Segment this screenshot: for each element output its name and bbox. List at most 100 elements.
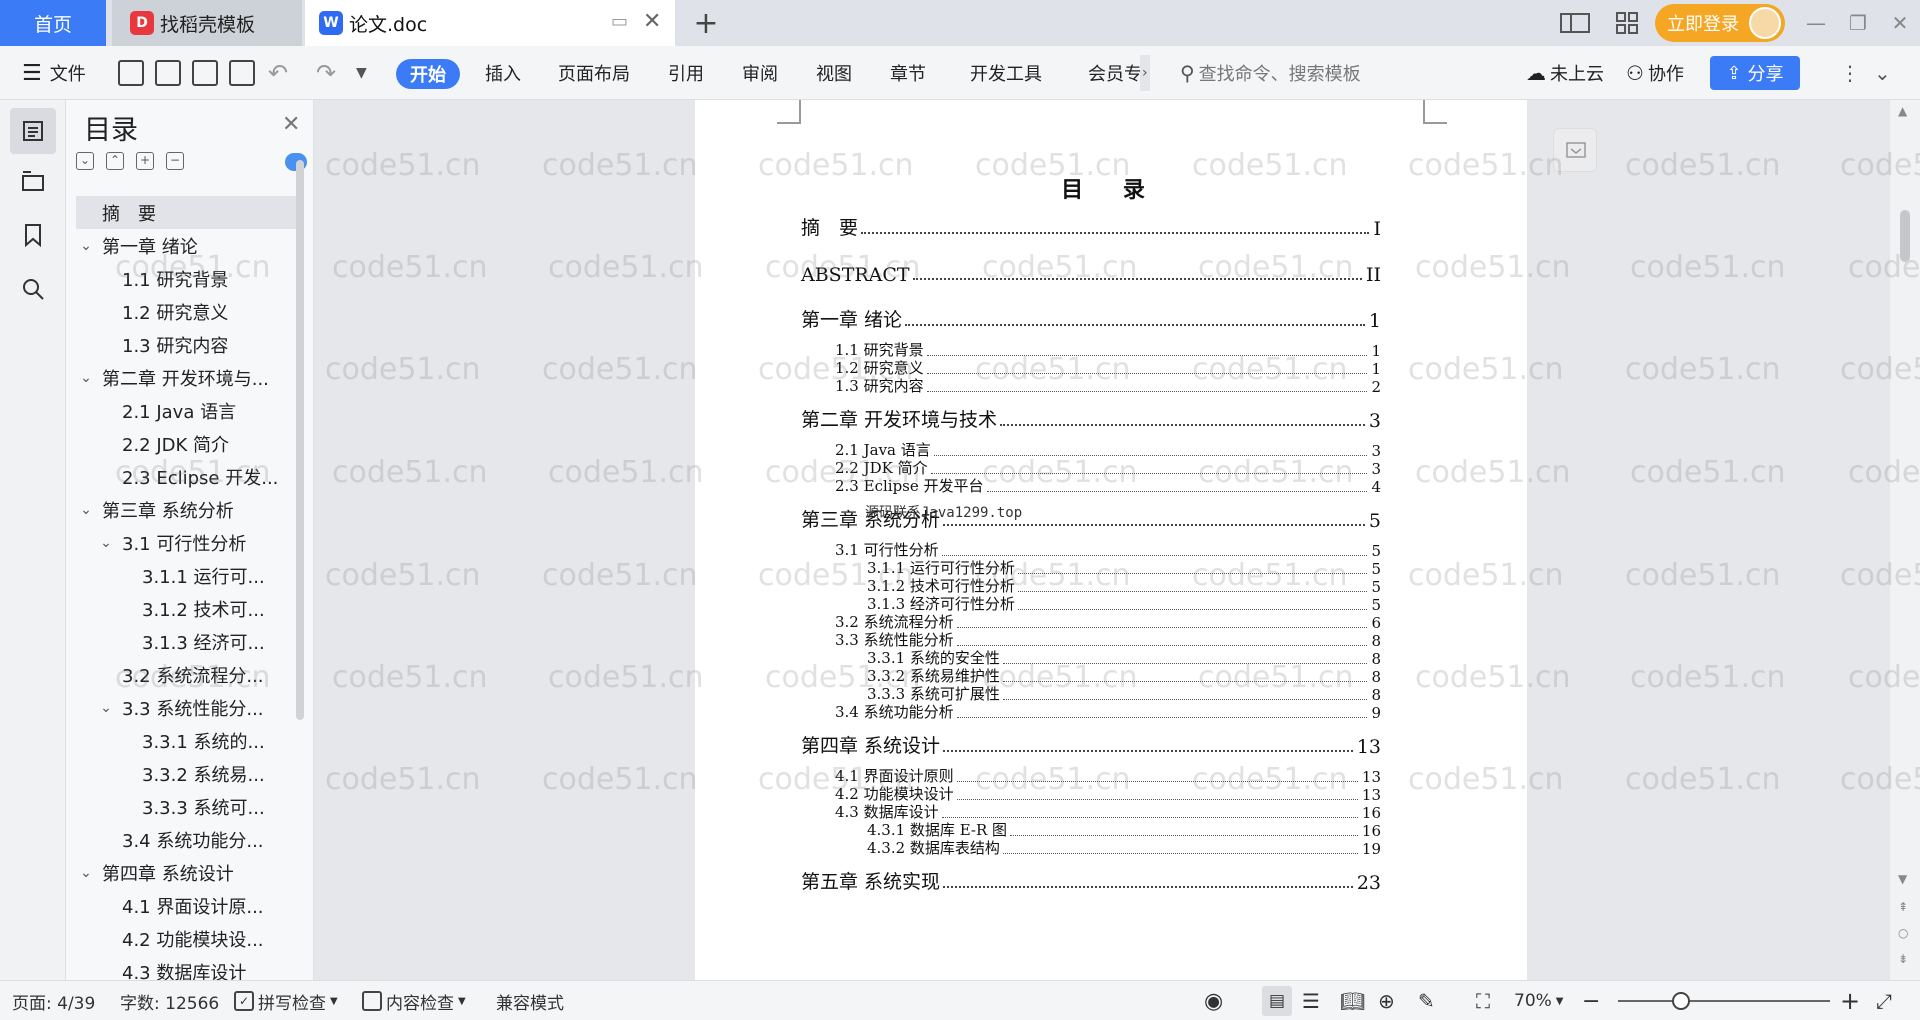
toc-item[interactable]: 3.3.1 系统的...	[76, 724, 298, 757]
chevron-down-icon[interactable]: ⌄	[76, 865, 96, 881]
toc-item[interactable]: ⌄ 3.1 可行性分析	[76, 526, 298, 559]
toc-item[interactable]: 2.1 Java 语言	[76, 394, 298, 427]
ribbon-tab-layout[interactable]: 页面布局	[558, 46, 630, 100]
fullscreen-icon[interactable]: ⤢	[1876, 981, 1892, 1020]
toc-item[interactable]: ⌄ 第二章 开发环境与...	[76, 361, 298, 394]
restore-icon[interactable]: ❐	[1840, 8, 1876, 38]
toc-entry[interactable]: 4.3.2 数据库表结构 19	[867, 838, 1381, 858]
chevron-down-icon[interactable]: ⌄	[76, 238, 96, 254]
write-mode-icon[interactable]: ✎	[1418, 981, 1435, 1020]
next-page-icon[interactable]: ⇟	[1898, 952, 1908, 966]
toc-entry[interactable]: 摘 要I	[801, 210, 1381, 240]
toc-entry[interactable]: 3.4 系统功能分析 9	[835, 702, 1381, 722]
filter-icon[interactable]	[1553, 128, 1597, 172]
toc-scrollbar[interactable]	[296, 160, 304, 720]
redo-icon[interactable]: ↷	[316, 46, 336, 100]
toc-item[interactable]: 3.1.1 运行可...	[76, 559, 298, 592]
scroll-up-icon[interactable]: ▲	[1898, 104, 1907, 118]
ribbon-more-icon[interactable]: ›	[1140, 55, 1150, 91]
tab-templates[interactable]: D 找稻壳模板	[112, 0, 302, 46]
toc-item[interactable]: 2.3 Eclipse 开发...	[76, 460, 298, 493]
toc-item[interactable]: ⌄ 3.3 系统性能分...	[76, 691, 298, 724]
toc-item[interactable]: 1.3 研究内容	[76, 328, 298, 361]
document-page[interactable]: 目 录 摘 要 I ABSTRACT II 第一章 绪论 1 1.1 研究背景 1 1.2 研究…	[695, 100, 1527, 980]
more-options-icon[interactable]: ⋮	[1840, 46, 1860, 100]
spell-check[interactable]: ✓ 拼写检查 ▼	[234, 981, 338, 1020]
toc-item[interactable]: 1.2 研究意义	[76, 295, 298, 328]
toc-item[interactable]: 3.3.3 系统可...	[76, 790, 298, 823]
toc-item[interactable]: 3.2 系统流程分...	[76, 658, 298, 691]
toc-entry[interactable]: 1.3 研究内容 2	[835, 376, 1381, 396]
outline-view-icon[interactable]: ☰	[1302, 981, 1320, 1020]
toc-entry[interactable]: 第四章 系统设计 13	[801, 728, 1381, 758]
toc-item[interactable]: 1.1 研究背景	[76, 262, 298, 295]
undo-icon[interactable]: ↶	[268, 46, 288, 100]
ribbon-tab-insert[interactable]: 插入	[485, 46, 521, 100]
zoom-slider[interactable]	[1618, 1000, 1830, 1002]
cloud-status[interactable]: ☁ 未上云	[1526, 46, 1604, 100]
web-view-icon[interactable]: ⊕	[1378, 981, 1395, 1020]
close-window-icon[interactable]: ✕	[1882, 8, 1918, 38]
toc-item[interactable]: 3.4 系统功能分...	[76, 823, 298, 856]
toc-item[interactable]: ⌄ 第一章 绪论	[76, 229, 298, 262]
toc-entry[interactable]: ABSTRACT II	[801, 256, 1381, 286]
close-tab-icon[interactable]: ✕	[643, 9, 661, 34]
page-view-icon[interactable]: ▤	[1262, 986, 1292, 1016]
tab-home[interactable]: 首页	[0, 0, 106, 46]
new-tab-button[interactable]: +	[690, 6, 722, 41]
toc-item[interactable]: 3.3.2 系统易...	[76, 757, 298, 790]
ribbon-tab-review[interactable]: 审阅	[742, 46, 778, 100]
reading-view-icon[interactable]: 📖︎	[1340, 981, 1365, 1020]
print-icon[interactable]	[192, 60, 218, 86]
add-heading-icon[interactable]: +	[136, 152, 154, 170]
remove-heading-icon[interactable]: −	[166, 152, 184, 170]
zoom-slider-handle[interactable]	[1672, 992, 1690, 1010]
fit-page-icon[interactable]: ⛶	[1476, 981, 1490, 1020]
collapse-all-icon[interactable]: ⌃	[106, 152, 124, 170]
toc-item[interactable]: 3.1.3 经济可...	[76, 625, 298, 658]
tab-document[interactable]: W 论文.doc ▭ ✕	[305, 0, 675, 46]
toc-entry[interactable]: 第五章 系统实现 23	[801, 864, 1381, 894]
scroll-down-icon[interactable]: ▼	[1898, 872, 1907, 886]
export-icon[interactable]	[155, 60, 181, 86]
ribbon-tab-references[interactable]: 引用	[668, 46, 704, 100]
word-count[interactable]: 字数: 12566	[120, 981, 219, 1020]
eye-protection-icon[interactable]: ◉	[1204, 981, 1223, 1020]
chevron-down-icon[interactable]: ⌄	[96, 535, 116, 551]
scroll-thumb[interactable]	[1900, 210, 1910, 262]
toc-entry[interactable]: 第二章 开发环境与技术 3	[801, 402, 1381, 432]
ribbon-tab-view[interactable]: 视图	[816, 46, 852, 100]
collapse-ribbon-icon[interactable]: ⌄	[1874, 46, 1891, 100]
toc-entry[interactable]: 第一章 绪论 1	[801, 302, 1381, 332]
chevron-down-icon[interactable]: ⌄	[76, 502, 96, 518]
expand-all-icon[interactable]: ⌄	[76, 152, 94, 170]
page-count[interactable]: 页面: 4/39	[12, 981, 95, 1020]
apps-grid-icon[interactable]	[1612, 9, 1642, 37]
layout-icon[interactable]	[1560, 9, 1590, 37]
preview-icon[interactable]	[229, 60, 255, 86]
ribbon-tab-developer[interactable]: 开发工具	[970, 46, 1042, 100]
toc-panel-icon[interactable]	[10, 108, 56, 154]
toc-item[interactable]: 3.1.2 技术可...	[76, 592, 298, 625]
save-icon[interactable]	[118, 60, 144, 86]
find-icon[interactable]	[16, 272, 50, 306]
screen-icon[interactable]: ▭	[611, 11, 628, 32]
chapter-nav-icon[interactable]	[16, 164, 50, 198]
zoom-level[interactable]: 70% ▼	[1514, 981, 1564, 1020]
collab-button[interactable]: ⚇ 协作	[1626, 46, 1684, 100]
toc-item[interactable]: 4.2 功能模块设...	[76, 922, 298, 955]
toc-item[interactable]: ⌄ 第三章 系统分析	[76, 493, 298, 526]
login-button[interactable]: 立即登录	[1655, 4, 1785, 42]
toc-item[interactable]: 4.3 数据库设计	[76, 955, 298, 981]
toc-item[interactable]: 4.1 界面设计原...	[76, 889, 298, 922]
chevron-down-icon[interactable]: ⌄	[96, 700, 116, 716]
close-icon[interactable]: ✕	[282, 112, 300, 137]
toc-item[interactable]: 2.2 JDK 简介	[76, 427, 298, 460]
command-search[interactable]: ⚲ 查找命令、搜索模板	[1180, 46, 1361, 100]
quick-access-dropdown-icon[interactable]: ▼	[356, 46, 367, 100]
prev-page-icon[interactable]: ⇞	[1898, 900, 1908, 914]
minimize-icon[interactable]: —	[1798, 8, 1834, 38]
zoom-out-icon[interactable]: −	[1582, 981, 1600, 1020]
select-object-icon[interactable]: ○	[1898, 926, 1908, 940]
file-menu[interactable]: ☰ 文件	[22, 46, 86, 100]
